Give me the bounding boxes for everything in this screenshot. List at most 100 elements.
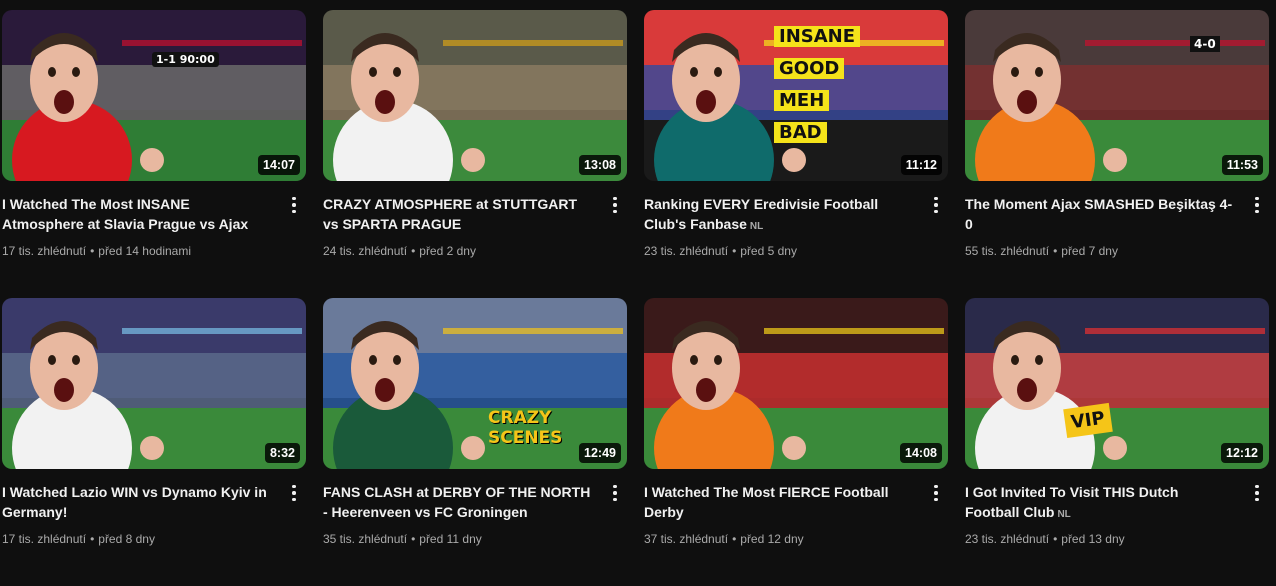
upload-age: před 12 dny <box>740 532 804 546</box>
more-actions-icon[interactable] <box>603 481 627 505</box>
presenter-mouth <box>54 378 74 402</box>
thumbs-up-icon <box>461 148 485 172</box>
thumbs-up-icon <box>782 148 806 172</box>
video-title[interactable]: CRAZY ATMOSPHERE at STUTTGART vs SPARTA … <box>323 194 593 237</box>
thumbs-up-icon <box>1103 436 1127 460</box>
view-count: 17 tis. zhlédnutí <box>2 532 87 546</box>
video-thumbnail[interactable]: 14:08 <box>644 298 948 469</box>
presenter-eye <box>393 67 401 77</box>
menu-dot <box>1255 196 1259 201</box>
more-actions-icon[interactable] <box>282 481 306 505</box>
video-title-text[interactable]: I Watched The Most INSANE Atmosphere at … <box>2 196 248 232</box>
video-thumbnail[interactable]: 11:12 INSANE GOOD MEH BAD <box>644 10 948 181</box>
more-actions-icon[interactable] <box>924 193 948 217</box>
video-title[interactable]: Ranking EVERY Eredivisie Football Club's… <box>644 194 914 237</box>
video-card[interactable]: 12:49 CRAZY SCENES FANS CLASH at DERBY OF… <box>323 298 627 586</box>
video-details: I Watched Lazio WIN vs Dynamo Kyiv in Ge… <box>2 469 306 548</box>
video-details: I Watched The Most FIERCE Football Derby… <box>644 469 948 548</box>
video-title[interactable]: I Watched The Most FIERCE Football Derby <box>644 482 914 525</box>
view-count: 37 tis. zhlédnutí <box>644 532 729 546</box>
country-badge: NL <box>749 221 764 232</box>
more-actions-icon[interactable] <box>924 481 948 505</box>
video-title-text[interactable]: I Watched The Most FIERCE Football Derby <box>644 484 888 520</box>
thumbs-up-icon <box>461 436 485 460</box>
video-duration: 14:08 <box>900 443 942 463</box>
video-title-text[interactable]: CRAZY ATMOSPHERE at STUTTGART vs SPARTA … <box>323 196 577 232</box>
video-duration: 8:32 <box>264 443 300 463</box>
video-title[interactable]: I Watched The Most INSANE Atmosphere at … <box>2 194 272 237</box>
more-actions-icon[interactable] <box>603 193 627 217</box>
tier-label: BAD <box>774 122 827 143</box>
thumbs-up-icon <box>140 436 164 460</box>
video-card[interactable]: 11:12 INSANE GOOD MEH BAD Ranking EVERY Ere… <box>644 10 948 298</box>
menu-dot <box>1255 491 1259 495</box>
video-title-text[interactable]: I Watched Lazio WIN vs Dynamo Kyiv in Ge… <box>2 484 267 520</box>
video-duration: 12:12 <box>1221 443 1263 463</box>
video-card[interactable]: 13:08 CRAZY ATMOSPHERE at STUTTGART vs S… <box>323 10 627 298</box>
caption-overlay: CRAZY <box>488 408 552 428</box>
view-count: 55 tis. zhlédnutí <box>965 244 1050 258</box>
separator-dot: • <box>411 532 416 546</box>
video-title-text[interactable]: I Got Invited To Visit THIS Dutch Footba… <box>965 484 1178 520</box>
view-count: 24 tis. zhlédnutí <box>323 244 408 258</box>
presenter-eye <box>1035 355 1043 365</box>
video-details: I Watched The Most INSANE Atmosphere at … <box>2 181 306 260</box>
video-details: FANS CLASH at DERBY OF THE NORTH - Heere… <box>323 469 627 548</box>
separator-dot: • <box>1053 532 1058 546</box>
more-actions-icon[interactable] <box>1245 193 1269 217</box>
video-stats: 55 tis. zhlédnutí • před 7 dny <box>965 242 1235 260</box>
presenter-eye <box>369 67 377 77</box>
video-title[interactable]: I Watched Lazio WIN vs Dynamo Kyiv in Ge… <box>2 482 272 525</box>
more-actions-icon[interactable] <box>1245 481 1269 505</box>
video-thumbnail[interactable]: 12:49 CRAZY SCENES <box>323 298 627 469</box>
video-duration: 12:49 <box>579 443 621 463</box>
video-stats: 35 tis. zhlédnutí • před 11 dny <box>323 530 593 548</box>
view-count: 17 tis. zhlédnutí <box>2 244 87 258</box>
menu-dot <box>934 484 938 489</box>
menu-dot <box>292 209 296 214</box>
thumbs-up-icon <box>782 436 806 460</box>
upload-age: před 2 dny <box>419 244 476 258</box>
video-title[interactable]: I Got Invited To Visit THIS Dutch Footba… <box>965 482 1235 525</box>
video-title[interactable]: FANS CLASH at DERBY OF THE NORTH - Heere… <box>323 482 593 525</box>
thumbnail-accent <box>1085 328 1265 334</box>
upload-age: před 8 dny <box>98 532 155 546</box>
video-thumbnail[interactable]: 12:12 VIP <box>965 298 1269 469</box>
upload-age: před 13 dny <box>1061 532 1125 546</box>
menu-dot <box>292 196 296 201</box>
thumbs-up-icon <box>140 148 164 172</box>
video-grid: 14:07 1-1 90:00 I Watched The Most INSAN… <box>2 10 1274 586</box>
thumbnail-image <box>2 298 306 469</box>
separator-dot: • <box>732 532 737 546</box>
video-card[interactable]: 11:53 4-0 The Moment Ajax SMASHED Beşikt… <box>965 10 1269 298</box>
thumbs-up-icon <box>1103 148 1127 172</box>
view-count: 23 tis. zhlédnutí <box>644 244 729 258</box>
menu-dot <box>613 484 617 489</box>
video-stats: 23 tis. zhlédnutí • před 5 dny <box>644 242 914 260</box>
menu-dot <box>934 203 938 207</box>
caption-overlay: SCENES <box>488 428 563 448</box>
video-thumbnail[interactable]: 11:53 4-0 <box>965 10 1269 181</box>
video-card[interactable]: 8:32 I Watched Lazio WIN vs Dynamo Kyiv … <box>2 298 306 586</box>
video-title[interactable]: The Moment Ajax SMASHED Beşiktaş 4-0 <box>965 194 1235 237</box>
tier-label: INSANE <box>774 26 861 47</box>
more-actions-icon[interactable] <box>282 193 306 217</box>
video-duration: 11:12 <box>900 155 942 175</box>
video-thumbnail[interactable]: 8:32 <box>2 298 306 469</box>
presenter-mouth <box>696 90 716 114</box>
video-card[interactable]: 12:12 VIP I Got Invited To Visit THIS Du… <box>965 298 1269 586</box>
presenter-eye <box>1035 67 1043 77</box>
upload-age: před 5 dny <box>740 244 797 258</box>
menu-dot <box>613 209 617 214</box>
video-card[interactable]: 14:07 1-1 90:00 I Watched The Most INSAN… <box>2 10 306 298</box>
thumbnail-accent <box>122 328 302 334</box>
video-stats: 23 tis. zhlédnutí • před 13 dny <box>965 530 1235 548</box>
tier-label: MEH <box>774 90 830 111</box>
separator-dot: • <box>90 532 95 546</box>
video-thumbnail[interactable]: 13:08 <box>323 10 627 181</box>
video-title-text[interactable]: The Moment Ajax SMASHED Beşiktaş 4-0 <box>965 196 1232 232</box>
video-title-text[interactable]: FANS CLASH at DERBY OF THE NORTH - Heere… <box>323 484 590 520</box>
menu-dot <box>292 497 296 502</box>
video-thumbnail[interactable]: 14:07 1-1 90:00 <box>2 10 306 181</box>
video-card[interactable]: 14:08 I Watched The Most FIERCE Football… <box>644 298 948 586</box>
